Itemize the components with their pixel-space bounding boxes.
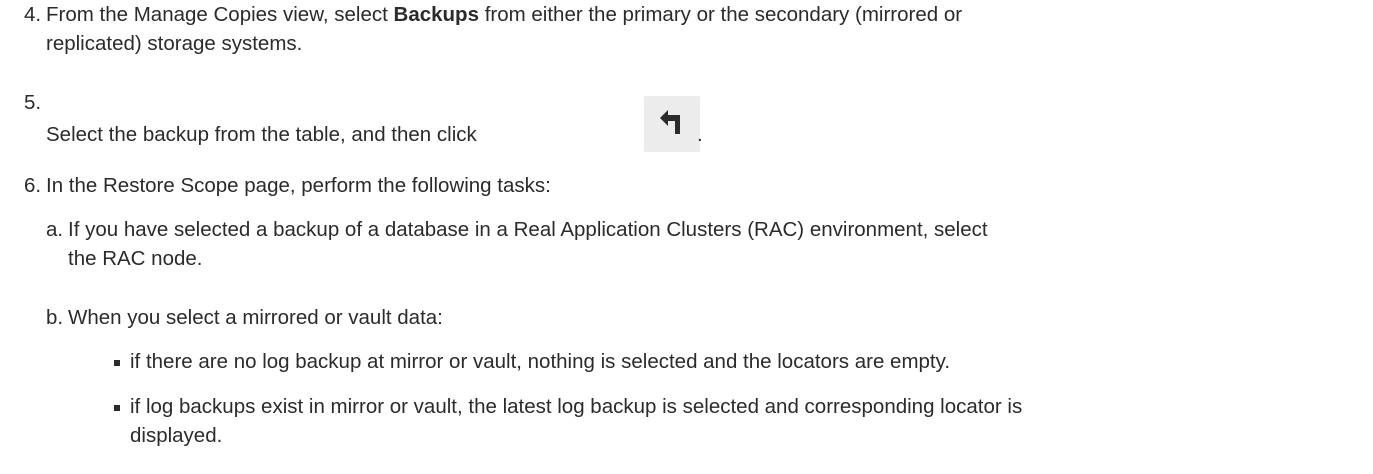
step-text-before: From the Manage Copies view, select <box>46 3 394 26</box>
step-number: 6. <box>24 174 42 197</box>
step-text-after: from either the primary or the secondary… <box>479 3 963 26</box>
step-text: From the Manage Copies view, select Back… <box>46 0 1356 29</box>
step-text-after: . <box>697 123 703 146</box>
substep-letter: a. <box>46 218 64 241</box>
bullet-marker <box>114 405 120 411</box>
bullet-text: if there are no log backup at mirror or … <box>130 350 951 373</box>
substep-text-continuation: the RAC node. <box>68 247 203 270</box>
substep-text: If you have selected a backup of a datab… <box>68 218 988 241</box>
step-5-body: Select the backup from the table, and th… <box>46 96 1356 156</box>
bullet-text: if log backups exist in mirror or vault,… <box>130 395 1023 418</box>
step-number: 4. <box>24 3 42 26</box>
bullet-marker <box>114 360 120 366</box>
bullet-text-continuation: displayed. <box>130 424 223 447</box>
step-text: In the Restore Scope page, perform the f… <box>46 174 551 197</box>
substep-text: When you select a mirrored or vault data… <box>68 306 443 329</box>
step-bold-term: Backups <box>393 3 479 26</box>
document-page: 4. From the Manage Copies view, select B… <box>0 0 1373 474</box>
step-text-continuation: replicated) storage systems. <box>46 32 303 55</box>
restore-arrow-icon[interactable] <box>644 96 700 152</box>
step-text-before: Select the backup from the table, and th… <box>46 123 477 146</box>
substep-letter: b. <box>46 306 64 329</box>
step-number: 5. <box>24 91 42 114</box>
